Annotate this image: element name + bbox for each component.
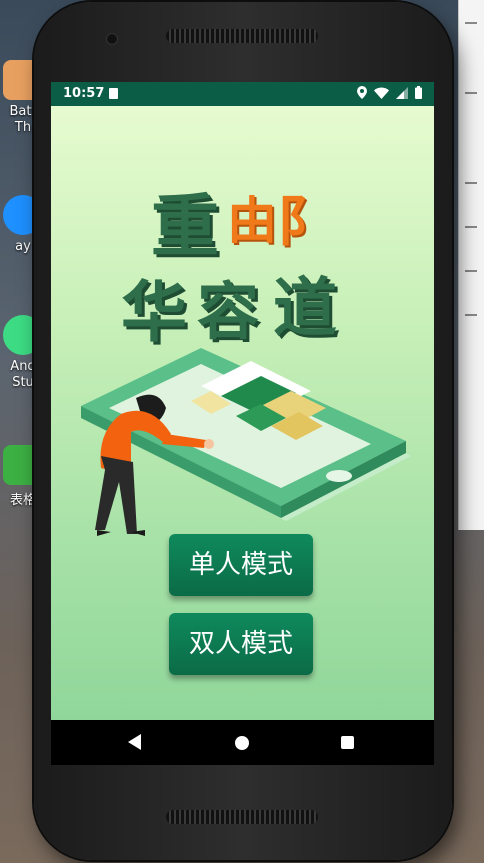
back-icon[interactable]: [128, 734, 141, 750]
navigation-bar: [51, 720, 434, 765]
front-camera: [106, 33, 118, 45]
recent-apps-icon[interactable]: [341, 736, 354, 749]
phone-puzzle-illustration: [81, 348, 411, 536]
two-player-button[interactable]: 双人模式: [169, 613, 313, 675]
wifi-icon: [374, 87, 389, 99]
location-icon: [357, 86, 367, 99]
status-time: 10:57: [63, 86, 105, 101]
app-home-screen: 重 由 阝 华 容 道 单人模式 双人模式: [51, 106, 434, 720]
battery-icon: [415, 86, 422, 99]
title-char-1: 重: [151, 188, 220, 267]
title-char-2: 由: [227, 192, 277, 250]
signal-icon: [396, 86, 408, 99]
home-icon[interactable]: [235, 736, 249, 750]
single-player-button[interactable]: 单人模式: [169, 534, 313, 596]
phone-screen: 10:57 重 由 阝 华 容 道 单人模式 双人模式: [51, 82, 434, 765]
phone-frame: 10:57 重 由 阝 华 容 道 单人模式 双人模式: [34, 2, 452, 860]
title-char-3: 阝: [277, 190, 331, 253]
top-speaker: [166, 29, 318, 43]
background-window: [458, 0, 484, 530]
title-char-6: 道: [273, 272, 337, 346]
status-bar: 10:57: [51, 82, 434, 106]
title-char-4: 华: [121, 274, 187, 351]
title-char-5: 容: [197, 275, 260, 348]
sd-card-icon: [109, 88, 118, 99]
game-title-logo: 重 由 阝 华 容 道: [111, 151, 371, 351]
bottom-speaker: [166, 810, 318, 824]
